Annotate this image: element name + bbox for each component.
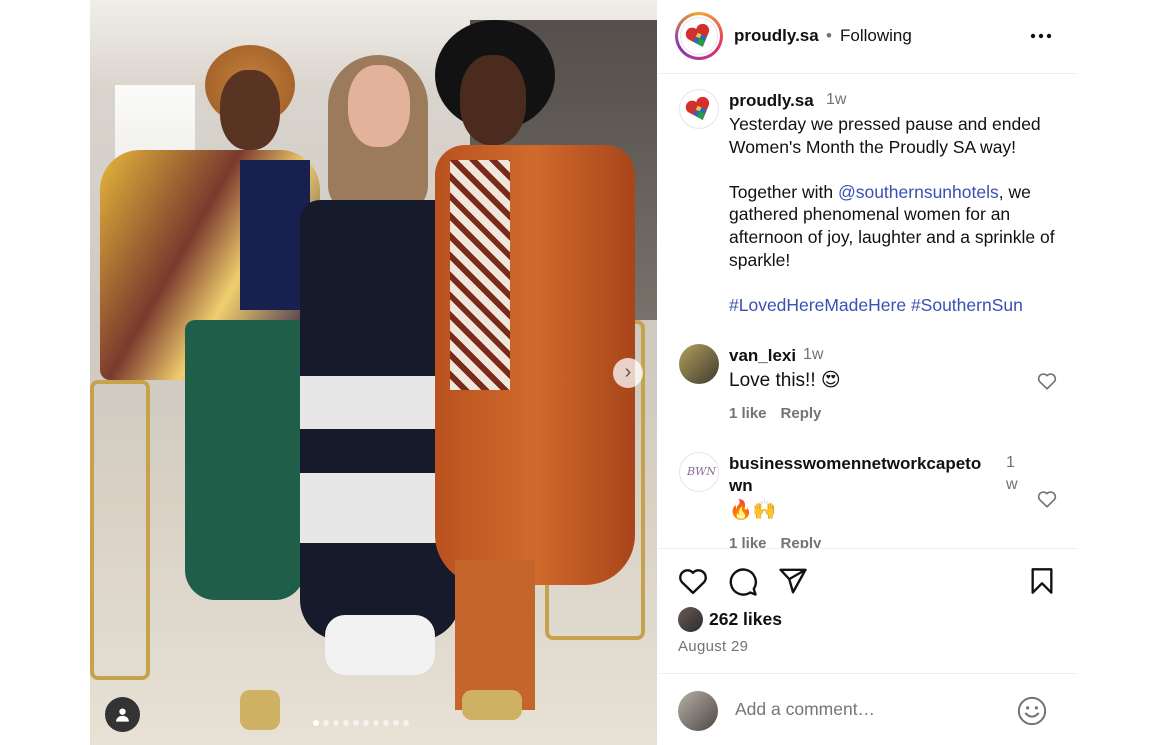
caption-text: Yesterday we pressed pause and ended Wom…	[729, 113, 1059, 316]
more-options-icon[interactable]	[1030, 19, 1052, 45]
comment-meta: 1 like Reply	[729, 405, 835, 422]
bwn-logo: BWN	[687, 465, 717, 478]
comment-username-wrap[interactable]: wn	[729, 476, 753, 496]
comment-timestamp[interactable]: 1w	[803, 346, 823, 364]
person-icon	[116, 708, 129, 722]
comment-timestamp-wrap[interactable]: w	[1006, 476, 1018, 494]
woman-2-face	[348, 65, 410, 147]
woman-1-face	[220, 70, 280, 150]
comment-username[interactable]: van_lexi	[729, 346, 796, 366]
carousel-dot	[353, 720, 359, 726]
current-user-avatar	[678, 691, 718, 731]
caption-username[interactable]: proudly.sa	[729, 91, 814, 111]
comment-meta: 1 like Reply	[729, 535, 835, 548]
caption-line-2-start: Together with	[729, 181, 838, 202]
mention-link[interactable]: @southernsunhotels	[838, 182, 999, 202]
caption-timestamp[interactable]: 1w	[826, 91, 846, 109]
carousel-indicator	[313, 720, 409, 726]
hashtag-link[interactable]: #SouthernSun	[911, 295, 1023, 315]
likes-row[interactable]: 262 likes	[678, 607, 782, 632]
proudly-sa-logo	[680, 17, 718, 55]
carousel-dot	[393, 720, 399, 726]
comment-username[interactable]: businesswomennetworkcapeto	[729, 454, 981, 474]
separator-dot: •	[826, 26, 832, 45]
woman-3-shoe	[462, 690, 522, 720]
comment-input[interactable]	[735, 699, 995, 720]
add-comment-bar	[658, 673, 1077, 745]
woman-1-skirt	[185, 320, 305, 600]
comment-like-heart-icon[interactable]	[1037, 372, 1057, 395]
post-date[interactable]: August 29	[678, 638, 748, 655]
comment-text: Love this!! 😍	[729, 370, 841, 391]
heart-logo-icon	[685, 23, 710, 47]
carousel-dot	[313, 720, 319, 726]
likes-count[interactable]: 262 likes	[709, 609, 782, 630]
woman-3-pants	[455, 560, 535, 710]
heart-icon[interactable]	[678, 567, 708, 600]
following-button[interactable]: Following	[840, 26, 912, 46]
post-photo[interactable]	[90, 0, 657, 745]
bookmark-icon[interactable]	[1030, 567, 1054, 600]
story-ring[interactable]	[675, 12, 723, 60]
comment-like-heart-icon[interactable]	[1037, 490, 1057, 513]
carousel-dot	[333, 720, 339, 726]
chevron-right-icon[interactable]: ›	[613, 358, 643, 388]
woman-2-sneakers	[325, 615, 435, 675]
carousel-dot	[363, 720, 369, 726]
woman-1-shoe	[240, 690, 280, 730]
carousel-dot	[383, 720, 389, 726]
carousel-dot	[323, 720, 329, 726]
woman-3-pattern	[450, 160, 510, 390]
photo-stool	[90, 380, 150, 680]
comment-timestamp[interactable]: 1	[1006, 454, 1015, 472]
post-actions: 262 likes August 29	[658, 548, 1077, 673]
hashtag-link[interactable]: #LovedHereMadeHere	[729, 295, 906, 315]
post-header: proudly.sa • Following	[658, 0, 1077, 74]
user-tag-icon[interactable]	[105, 697, 140, 732]
caption-line-1: Yesterday we pressed pause and ended Wom…	[729, 114, 1041, 157]
reply-button[interactable]: Reply	[781, 405, 822, 422]
comment-likes[interactable]: 1 like	[729, 535, 767, 548]
caption-avatar[interactable]	[679, 89, 719, 129]
heart-logo-icon	[685, 96, 710, 120]
comments-section[interactable]: proudly.sa 1w Yesterday we pressed pause…	[658, 74, 1077, 548]
comment-icon[interactable]	[728, 567, 758, 602]
carousel-dot	[403, 720, 409, 726]
comment-likes[interactable]: 1 like	[729, 405, 767, 422]
comment-text: 🔥🙌	[729, 500, 777, 521]
comment-avatar[interactable]: BWN	[679, 452, 719, 492]
post-author-username[interactable]: proudly.sa	[734, 26, 819, 46]
reply-button[interactable]: Reply	[781, 535, 822, 548]
woman-3-face	[460, 55, 526, 145]
post-details-panel: proudly.sa • Following proudly.sa 1w Yes…	[658, 0, 1077, 745]
emoji-icon[interactable]	[1017, 696, 1047, 731]
liker-avatar	[678, 607, 703, 632]
carousel-dot	[373, 720, 379, 726]
carousel-dot	[343, 720, 349, 726]
share-icon[interactable]	[778, 567, 808, 600]
comment-avatar[interactable]	[679, 344, 719, 384]
